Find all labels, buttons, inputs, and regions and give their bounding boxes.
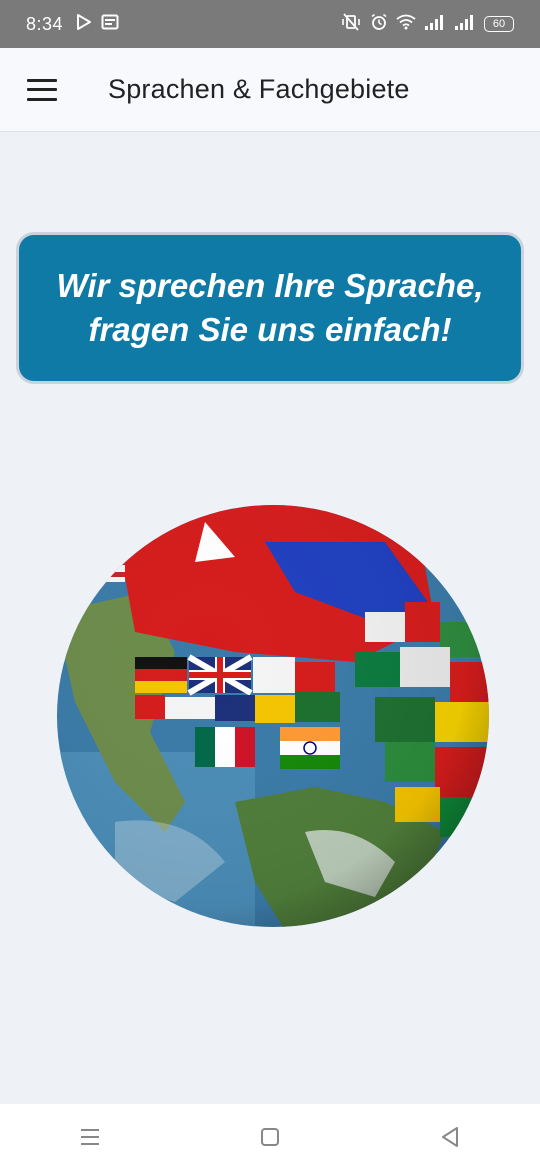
status-time: 8:34 [26,13,64,34]
recents-icon [81,1129,99,1145]
home-button[interactable] [240,1107,300,1167]
app-bar: Sprachen & Fachgebiete [0,48,540,132]
banner-line-1: Wir sprechen Ihre Sprache, [56,267,484,304]
signal-icon [424,14,446,35]
page-title: Sprachen & Fachgebiete [108,74,410,104]
status-bar: 8:34 60 [0,0,540,48]
vibrate-mute-icon [340,12,362,36]
back-button[interactable] [420,1107,480,1167]
menu-button[interactable] [0,48,84,132]
alarm-icon [370,13,388,36]
home-icon [261,1128,279,1146]
play-store-icon [75,13,93,36]
language-banner: Wir sprechen Ihre Sprache, fragen Sie un… [16,232,524,384]
signal-icon [454,14,476,35]
system-nav-bar [0,1104,540,1170]
notification-icon [101,14,119,35]
battery-indicator: 60 [484,16,514,32]
back-icon [442,1127,458,1147]
recents-button[interactable] [60,1107,120,1167]
hamburger-menu-icon [27,78,57,101]
flag-globe-image [55,502,495,930]
wifi-icon [396,14,416,35]
banner-line-2: fragen Sie uns einfach! [88,311,452,348]
